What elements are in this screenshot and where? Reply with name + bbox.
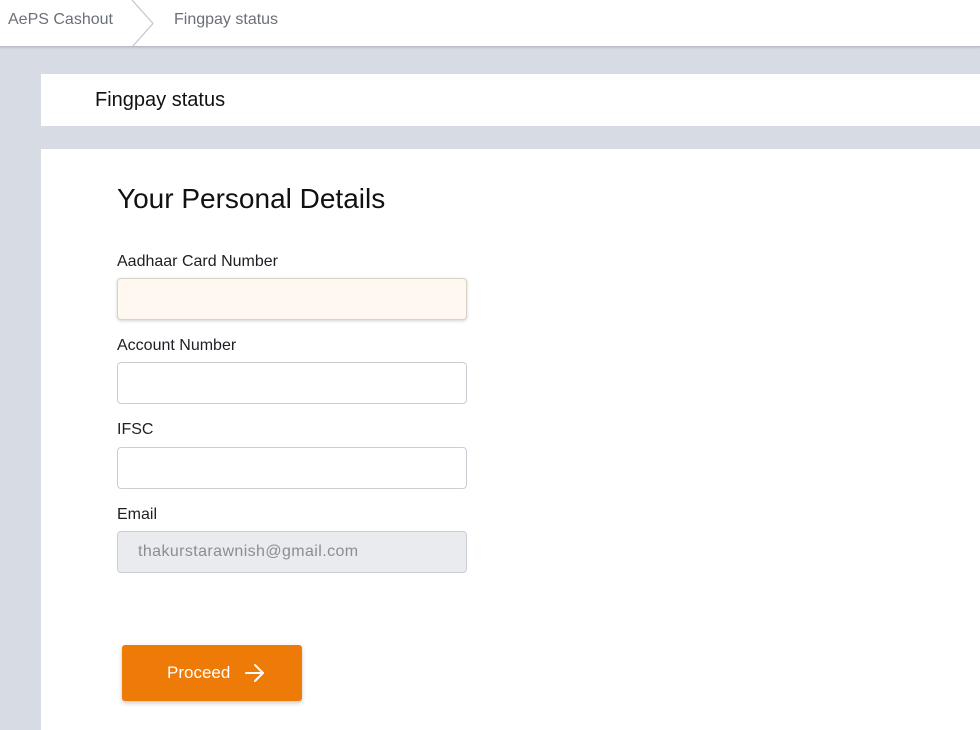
section-title: Your Personal Details: [117, 183, 386, 214]
proceed-label: Proceed: [167, 663, 231, 682]
aadhaar-input[interactable]: [117, 278, 467, 320]
page-title: Fingpay status: [95, 89, 226, 111]
account-number-input[interactable]: [117, 362, 467, 404]
email-label: Email: [117, 506, 158, 523]
ifsc-input[interactable]: [117, 447, 467, 489]
ifsc-label: IFSC: [117, 421, 154, 438]
breadcrumb-item-aeps-cashout[interactable]: AePS Cashout: [8, 0, 113, 46]
arrow-right-icon: [245, 664, 264, 682]
proceed-button[interactable]: Proceed: [122, 645, 302, 701]
email-input[interactable]: [117, 531, 467, 573]
personal-details-form: Your Personal Details Aadhaar Card Numbe…: [41, 149, 980, 730]
breadcrumb-item-fingpay-status[interactable]: Fingpay status: [174, 0, 278, 46]
aadhaar-label: Aadhaar Card Number: [117, 253, 278, 270]
account-number-label: Account Number: [117, 337, 237, 354]
chevron-right-icon: [131, 0, 154, 47]
breadcrumb: AePS Cashout Fingpay status: [0, 0, 980, 47]
page-header-card: Fingpay status: [41, 74, 980, 126]
